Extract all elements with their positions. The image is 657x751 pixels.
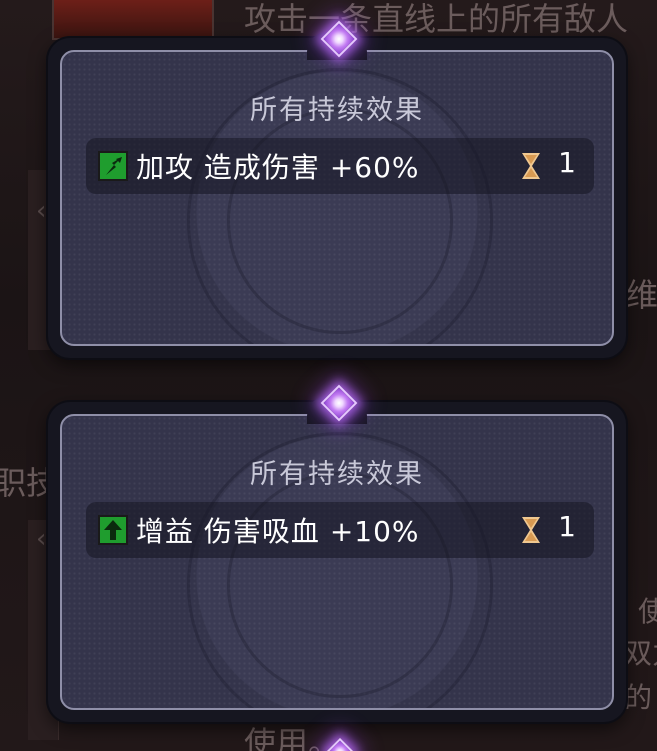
popup-gem — [307, 20, 367, 64]
chevron-left-icon[interactable]: ‹ — [36, 524, 46, 554]
popup-panel: 所有持续效果 加攻 造成伤害 +60% 1 — [60, 50, 614, 346]
chevron-left-icon[interactable]: ‹ — [36, 196, 46, 226]
effect-turns: 1 — [558, 510, 576, 543]
hourglass-icon — [522, 153, 540, 179]
skill-description-text: 使用。 — [244, 724, 341, 751]
background-text: 使 — [638, 595, 657, 628]
game-screen: 攻击一条直线上的所有敌人 职技 维 使 双力 的 使用。 ‹ ‹ 所有持续效果 … — [0, 0, 657, 751]
effect-turns: 1 — [558, 146, 576, 179]
status-effects-popup: 所有持续效果 加攻 造成伤害 +60% 1 — [48, 20, 626, 358]
effect-row: 加攻 造成伤害 +60% 1 — [86, 138, 594, 194]
background-text: 维 — [626, 276, 657, 314]
hourglass-icon — [522, 517, 540, 543]
effect-name: 增益 — [136, 515, 195, 548]
background-text: 的 — [624, 681, 653, 714]
popup-panel: 所有持续效果 增益 伤害吸血 +10% 1 — [60, 414, 614, 710]
background-text: 双力 — [624, 637, 657, 670]
effect-row: 增益 伤害吸血 +10% 1 — [86, 502, 594, 558]
skill-description-text: 攻击一条直线上的所有敌人 — [244, 0, 629, 38]
effect-description: 伤害吸血 +10% — [203, 515, 420, 548]
effect-name: 加攻 — [136, 151, 195, 184]
status-effects-popup: 所有持续效果 增益 伤害吸血 +10% 1 — [48, 384, 626, 722]
popup-title: 所有持续效果 — [250, 459, 424, 490]
attack-up-icon — [98, 151, 128, 181]
character-portrait — [52, 0, 214, 40]
buff-up-arrow-icon — [98, 515, 128, 545]
popup-gem — [307, 384, 367, 428]
effect-text: 增益 伤害吸血 +10% — [136, 510, 420, 550]
popup-title: 所有持续效果 — [250, 95, 424, 126]
effect-description: 造成伤害 +60% — [203, 151, 420, 184]
effect-text: 加攻 造成伤害 +60% — [136, 146, 420, 186]
